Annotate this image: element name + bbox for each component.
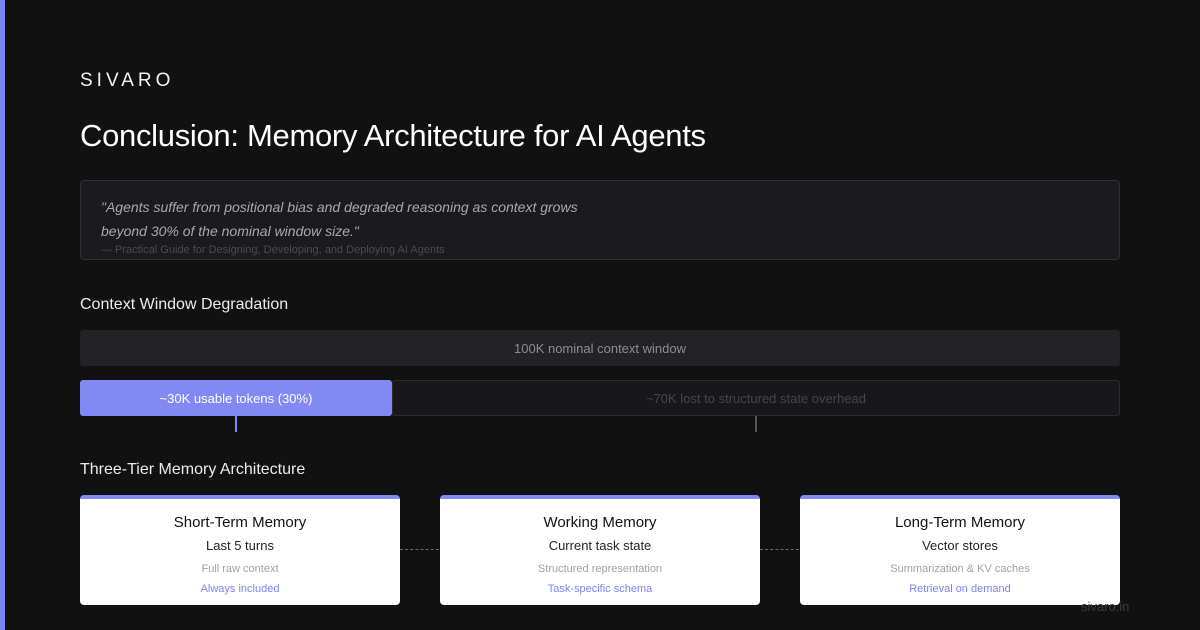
accent-bar <box>0 0 5 630</box>
card-detail: Full raw context <box>201 563 279 575</box>
working-memory-card: Working Memory Current task state Struct… <box>440 495 760 605</box>
degradation-heading: Context Window Degradation <box>80 296 289 313</box>
card-note: Retrieval on demand <box>909 583 1011 595</box>
connector-line <box>760 549 804 551</box>
slide: SIVARO Conclusion: Memory Architecture f… <box>0 0 1200 630</box>
lost-tokens-bar: ~70K lost to structured state overhead <box>392 380 1120 416</box>
card-title: Working Memory <box>543 514 657 531</box>
footer-url[interactable]: sivaro.in <box>1081 599 1129 614</box>
short-term-memory-card: Short-Term Memory Last 5 turns Full raw … <box>80 495 400 605</box>
usable-tokens-bar: ~30K usable tokens (30%) <box>80 380 392 416</box>
brand-logo: SIVARO <box>80 70 175 91</box>
quote-source: — Practical Guide for Designing, Develop… <box>101 244 445 256</box>
usable-tick-marker <box>235 416 237 432</box>
card-detail: Structured representation <box>537 563 663 575</box>
nominal-window-bar: 100K nominal context window <box>80 330 1120 366</box>
card-subtitle: Last 5 turns <box>206 538 274 553</box>
long-term-memory-card: Long-Term Memory Vector stores Summariza… <box>800 495 1120 605</box>
card-title: Long-Term Memory <box>894 514 1026 531</box>
tiers-heading: Three-Tier Memory Architecture <box>80 461 306 478</box>
card-note: Task-specific schema <box>547 583 653 595</box>
card-subtitle: Vector stores <box>922 538 998 553</box>
card-detail: Summarization & KV caches <box>890 563 1030 575</box>
page-title: Conclusion: Memory Architecture for AI A… <box>80 118 706 153</box>
quote-text: "Agents suffer from positional bias and … <box>101 199 578 239</box>
connector-line <box>400 549 444 551</box>
card-subtitle: Current task state <box>548 538 652 553</box>
quote-box: "Agents suffer from positional bias and … <box>80 180 1120 260</box>
card-note: Always included <box>200 583 280 595</box>
lost-tick-marker <box>755 416 757 432</box>
card-title: Short-Term Memory <box>173 514 307 531</box>
